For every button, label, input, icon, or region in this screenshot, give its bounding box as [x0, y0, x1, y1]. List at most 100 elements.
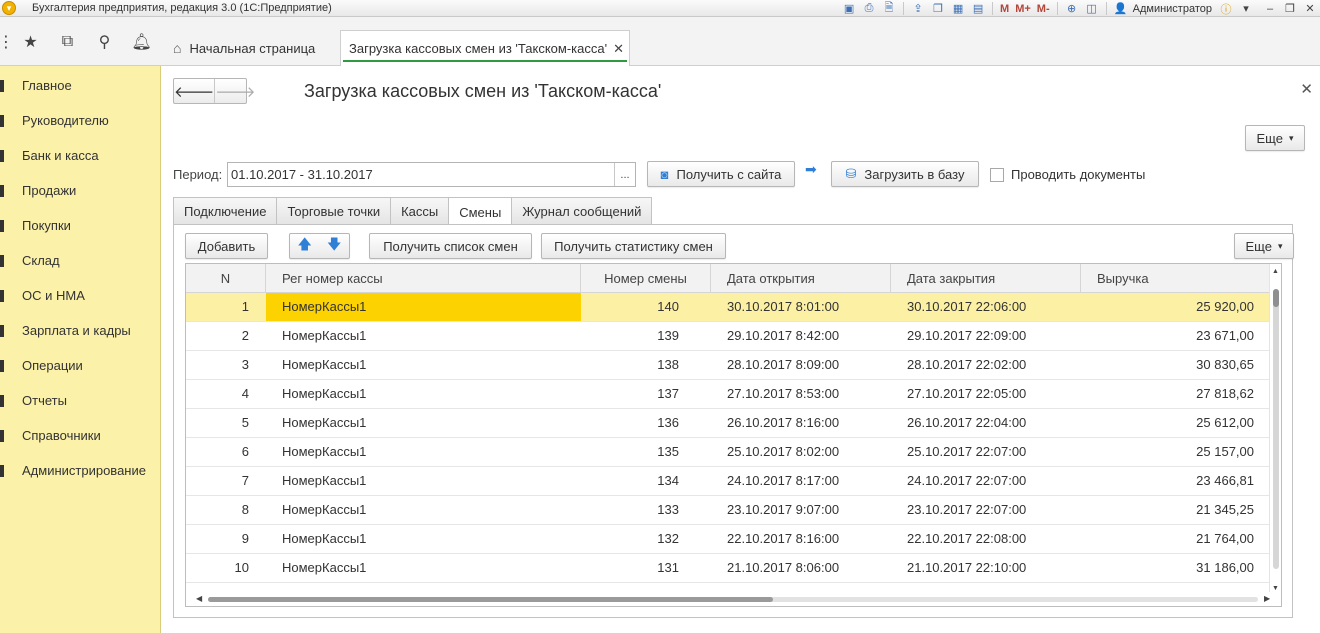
cell-close: 28.10.2017 22:02:00	[907, 357, 1027, 372]
move-up-icon[interactable]: 🡅	[298, 234, 312, 258]
vertical-scroll-track	[1273, 289, 1279, 569]
period-field[interactable]: 01.10.2017 - 31.10.2017 ...	[227, 162, 636, 187]
sidebar-item-catalogs[interactable]: Справочники	[0, 418, 160, 453]
table-row[interactable]: 3 НомерКассы1 138 28.10.2017 8:09:00 28.…	[186, 351, 1271, 380]
table-row[interactable]: 5 НомерКассы1 136 26.10.2017 8:16:00 26.…	[186, 409, 1271, 438]
table-row[interactable]: 8 НомерКассы1 133 23.10.2017 9:07:00 23.…	[186, 496, 1271, 525]
load-to-db-button[interactable]: ⛁ Загрузить в базу	[831, 161, 979, 187]
column-header-open[interactable]: Дата открытия	[711, 264, 891, 293]
table-row[interactable]: 1 НомерКассы1 140 30.10.2017 8:01:00 30.…	[186, 293, 1271, 322]
table-row[interactable]: 4 НомерКассы1 137 27.10.2017 8:53:00 27.…	[186, 380, 1271, 409]
column-header-shift[interactable]: Номер смены	[581, 264, 711, 293]
scroll-left-icon[interactable]: ◀	[196, 594, 202, 603]
move-buttons: 🡅 🡇	[289, 233, 350, 259]
horizontal-scroll-thumb[interactable]	[208, 597, 773, 602]
get-shift-list-button[interactable]: Получить список смен	[369, 233, 532, 259]
sidebar-item-bank[interactable]: Банк и касса	[0, 138, 160, 173]
nav-icon-bar: ⋮ ★ ⧉ ⚲ 🔔︎	[0, 17, 160, 66]
preview-icon[interactable]: 🗎	[881, 2, 897, 16]
period-choose-button[interactable]: ...	[614, 163, 635, 186]
cell-reg: НомерКассы1	[282, 357, 367, 372]
vertical-scrollbar[interactable]: ▲ ▼	[1269, 264, 1281, 594]
maximize-icon[interactable]: ❐	[1282, 2, 1298, 16]
info-icon[interactable]: ⓘ	[1218, 2, 1234, 16]
tab-active-label: Загрузка кассовых смен из 'Такском-касса…	[349, 41, 608, 56]
period-value[interactable]: 01.10.2017 - 31.10.2017	[228, 163, 614, 186]
column-header-revenue[interactable]: Выручка	[1081, 264, 1271, 293]
column-header-close[interactable]: Дата закрытия	[891, 264, 1081, 293]
search-icon[interactable]: ⚲	[86, 27, 123, 57]
attach-icon[interactable]: ⇪	[910, 2, 926, 16]
sidebar-item-main[interactable]: Главное	[0, 68, 160, 103]
cell-n: 6	[241, 444, 249, 459]
sidebar-item-purchases[interactable]: Покупки	[0, 208, 160, 243]
scroll-right-icon[interactable]: ▶	[1264, 594, 1270, 603]
tab-message-log[interactable]: Журнал сообщений	[511, 197, 653, 225]
memory-m-minus-button[interactable]: M-	[1037, 3, 1050, 15]
sidebar-item-operations[interactable]: Операции	[0, 348, 160, 383]
forward-arrow-icon[interactable]: 🡒	[214, 79, 255, 103]
tab-registers[interactable]: Кассы	[390, 197, 450, 225]
tab-trade-points[interactable]: Торговые точки	[276, 197, 392, 225]
form: 🡐 🡒 Загрузка кассовых смен из 'Такском-к…	[161, 66, 1320, 633]
table-row[interactable]: 7 НомерКассы1 134 24.10.2017 8:17:00 24.…	[186, 467, 1271, 496]
star-icon[interactable]: ★	[12, 27, 49, 57]
memory-m-button[interactable]: M	[1000, 3, 1009, 15]
table-row[interactable]: 10 НомерКассы1 131 21.10.2017 8:06:00 21…	[186, 554, 1271, 583]
get-from-site-button[interactable]: ◙ Получить с сайта	[647, 161, 795, 187]
cell-reg[interactable]: НомерКассы1	[266, 293, 581, 321]
calendar-icon[interactable]: ▤	[970, 2, 986, 16]
sidebar-item-admin[interactable]: Администрирование	[0, 453, 160, 488]
back-arrow-icon[interactable]: 🡐	[174, 79, 214, 103]
history-icon[interactable]: ⧉	[49, 27, 86, 57]
cell-revenue: 25 920,00	[1196, 299, 1254, 314]
table-row[interactable]: 6 НомерКассы1 135 25.10.2017 8:02:00 25.…	[186, 438, 1271, 467]
move-down-icon[interactable]: 🡇	[327, 234, 341, 258]
column-header-reg[interactable]: Рег номер кассы	[266, 264, 581, 293]
scroll-up-icon[interactable]: ▲	[1272, 268, 1279, 275]
copy-icon[interactable]: ❐	[930, 2, 946, 16]
sidebar-item-salary[interactable]: Зарплата и кадры	[0, 313, 160, 348]
panels-icon[interactable]: ◫	[1084, 2, 1100, 16]
sidebar-item-reports[interactable]: Отчеты	[0, 383, 160, 418]
vertical-scroll-thumb[interactable]	[1273, 289, 1279, 307]
cell-reg: НомерКассы1	[282, 473, 367, 488]
close-icon[interactable]: ✕	[1302, 2, 1318, 16]
form-more-button[interactable]: Еще ▾	[1245, 125, 1305, 151]
memory-m-plus-button[interactable]: M+	[1015, 3, 1031, 15]
cell-shift: 134	[657, 473, 679, 488]
app-menu-icon[interactable]: ▾	[2, 1, 16, 15]
sidebar-item-assets[interactable]: ОС и НМА	[0, 278, 160, 313]
sidebar-item-sales[interactable]: Продажи	[0, 173, 160, 208]
form-close-icon[interactable]: ✕	[1300, 80, 1313, 98]
calculator-icon[interactable]: ▦	[950, 2, 966, 16]
post-documents-checkbox[interactable]	[990, 167, 1004, 182]
cell-n: 5	[241, 415, 249, 430]
post-documents-option[interactable]: Проводить документы	[990, 167, 1145, 182]
user-name[interactable]: Администратор	[1133, 3, 1212, 15]
horizontal-scrollbar[interactable]: ◀ ▶	[186, 592, 1271, 606]
tab-close-icon[interactable]: ✕	[613, 41, 624, 57]
add-button[interactable]: Добавить	[185, 233, 268, 259]
scroll-down-icon[interactable]: ▼	[1272, 585, 1279, 592]
grid-more-button[interactable]: Еще ▾	[1234, 233, 1294, 259]
sidebar-item-warehouse[interactable]: Склад	[0, 243, 160, 278]
cell-shift: 139	[657, 328, 679, 343]
print-icon[interactable]: ⎙	[861, 2, 877, 16]
minimize-icon[interactable]: –	[1262, 2, 1278, 16]
tab-connection[interactable]: Подключение	[173, 197, 278, 225]
column-header-n[interactable]: N	[186, 264, 266, 293]
menu-icon[interactable]: ⋮	[0, 27, 14, 57]
tab-cash-shifts[interactable]: Загрузка кассовых смен из 'Такском-касса…	[340, 30, 630, 66]
table-row[interactable]: 9 НомерКассы1 132 22.10.2017 8:16:00 22.…	[186, 525, 1271, 554]
bell-icon[interactable]: 🔔︎	[123, 27, 160, 57]
chevron-down-icon[interactable]: ▾	[1238, 2, 1254, 16]
get-shift-stats-button[interactable]: Получить статистику смен	[541, 233, 726, 259]
table-row[interactable]: 2 НомерКассы1 139 29.10.2017 8:42:00 29.…	[186, 322, 1271, 351]
tab-home[interactable]: ⌂ Начальная страница	[161, 30, 327, 66]
tab-shifts[interactable]: Смены	[448, 197, 513, 226]
sidebar-item-manager[interactable]: Руководителю	[0, 103, 160, 138]
save-icon[interactable]: ▣	[841, 2, 857, 16]
cell-revenue: 27 818,62	[1196, 386, 1254, 401]
zoom-icon[interactable]: ⊕	[1064, 2, 1080, 16]
